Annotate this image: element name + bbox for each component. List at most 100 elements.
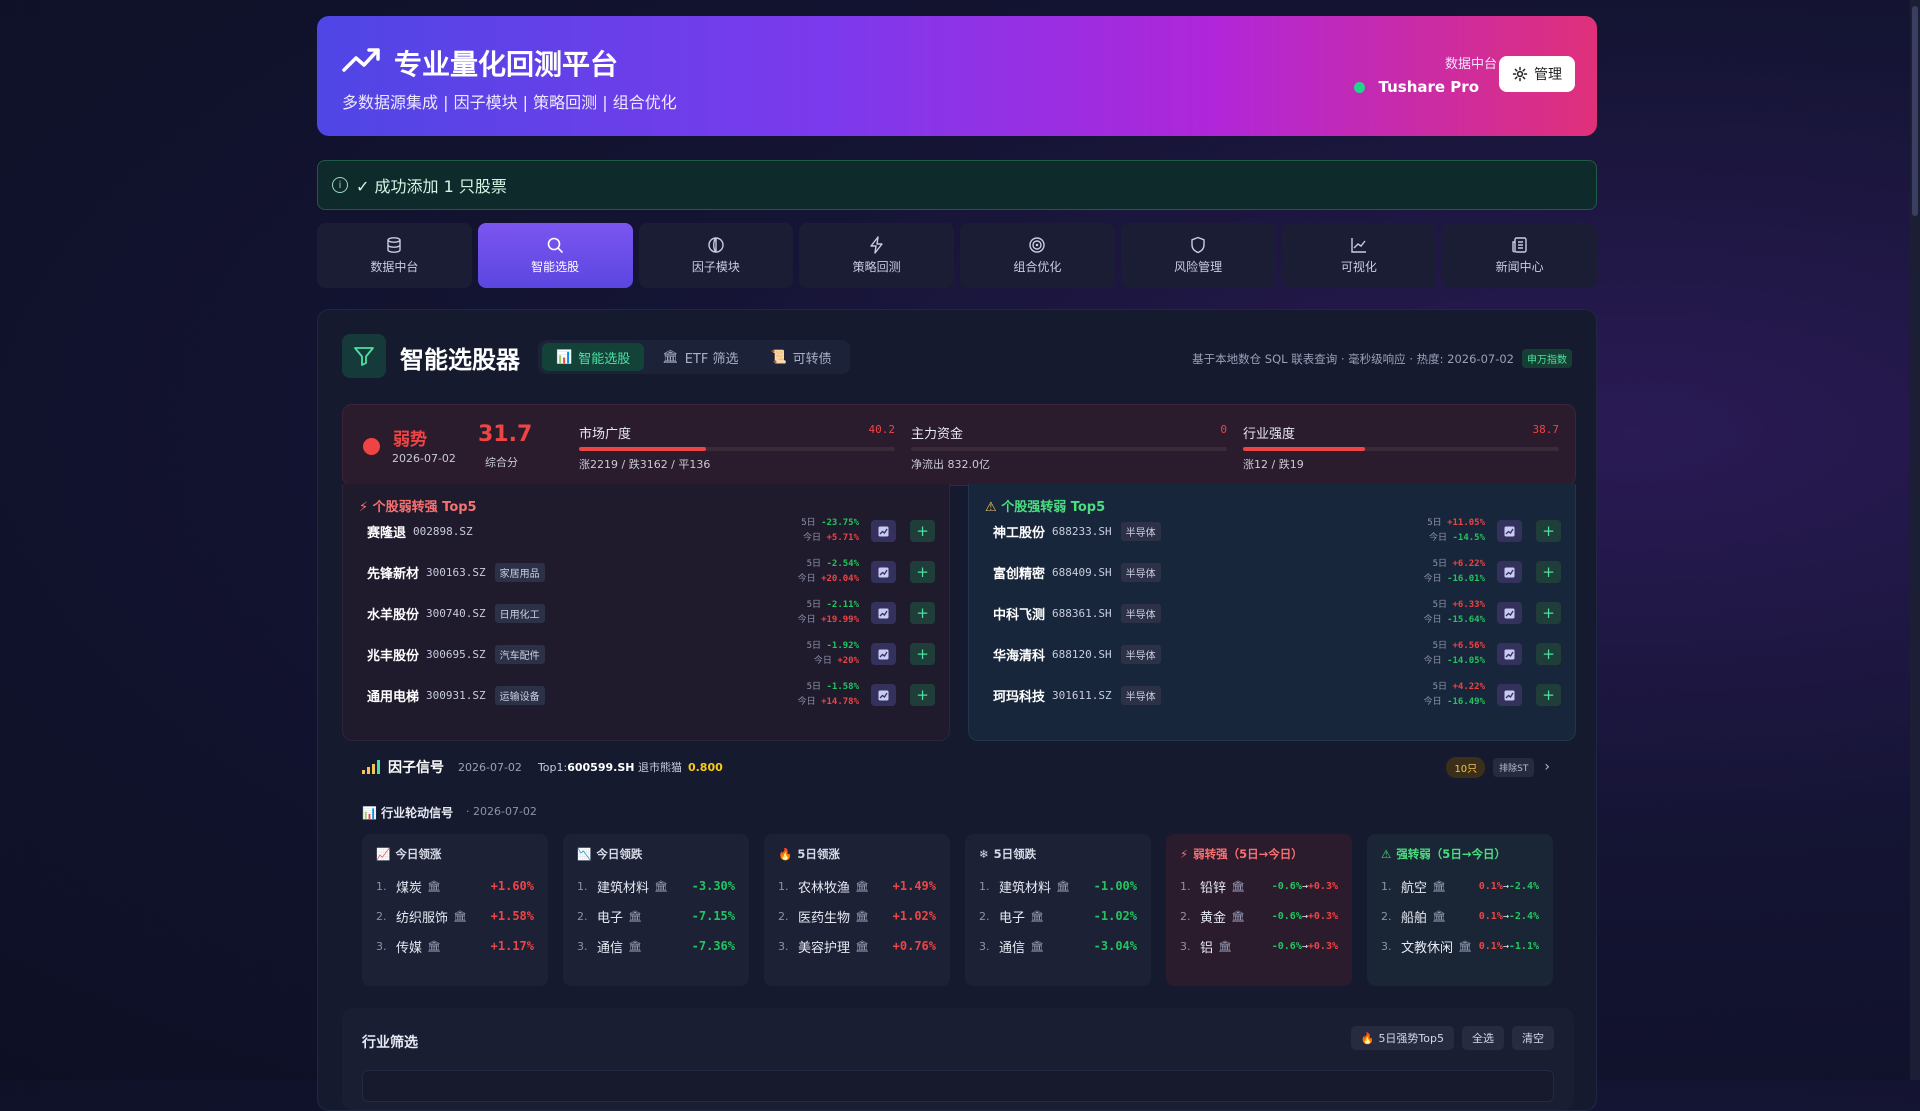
button-label: 5日强势Top5 [1378, 1032, 1444, 1045]
tab-label: 因子模块 [691, 260, 740, 274]
add-stock-button[interactable]: + [910, 643, 935, 665]
top5-strong-button[interactable]: 🔥 5日强势Top5 [1350, 1026, 1454, 1050]
chart-button[interactable] [1497, 643, 1522, 665]
rotation-item[interactable]: 3. 通信 🏛 -3.04% [979, 936, 1137, 956]
chart-button[interactable] [871, 520, 896, 542]
rotation-card-title-text: 今日领跌 [596, 847, 643, 861]
add-stock-button[interactable]: + [910, 520, 935, 542]
trending-up-icon [342, 48, 380, 72]
change-5d: 5日 +4.22% [1424, 680, 1485, 695]
stock-name: 华海清科 [993, 648, 1046, 664]
rotation-item[interactable]: 1. 农林牧渔 🏛 +1.49% [778, 876, 936, 896]
add-stock-button[interactable]: + [1536, 561, 1561, 583]
tab-news-center[interactable]: 新闻中心 [1442, 223, 1597, 288]
sub-tab-smart-picker[interactable]: 📊 智能选股 [542, 343, 645, 371]
chart-button[interactable] [871, 561, 896, 583]
rotation-item[interactable]: 3. 文教休闲 🏛 0.1%→-1.1% [1381, 936, 1539, 956]
rotation-item[interactable]: 2. 医药生物 🏛 +1.02% [778, 906, 936, 926]
tab-risk-management[interactable]: 风险管理 [1120, 223, 1276, 288]
rotation-item[interactable]: 3. 传媒 🏛 +1.17% [376, 936, 534, 956]
tab-smart-picker[interactable]: 智能选股 [477, 223, 633, 288]
panel-meta-text: 基于本地数仓 SQL 联表查询 · 毫秒级响应 · 热度: 2026-07-02 [1192, 351, 1514, 366]
metric-track [579, 447, 895, 451]
factor-top-pick: Top1:600599.SH 退市熊猫 [538, 759, 682, 775]
add-stock-button[interactable]: + [910, 602, 935, 624]
rotation-item[interactable]: 1. 铅锌 🏛 -0.6%→+0.3% [1180, 876, 1338, 896]
sub-tab-convertible[interactable]: 📜 可转债 [756, 343, 845, 371]
chart-button[interactable] [871, 643, 896, 665]
tab-data-center[interactable]: 数据中台 [317, 223, 472, 288]
metric-breadth: 市场广度 40.2 涨2219 / 跌3162 / 平136 [579, 423, 895, 472]
rotation-5d-value: 0.1% [1478, 880, 1503, 892]
panel-meta: 基于本地数仓 SQL 联表查询 · 毫秒级响应 · 热度: 2026-07-02… [1192, 349, 1572, 368]
stock-row[interactable]: 华海清科 688120.SH 半导体 5日 +6.56% 今日 -14.05% + [993, 637, 1561, 671]
stock-row[interactable]: 先锋新材 300163.SZ 家居用品 5日 -2.54% 今日 +20.04% + [367, 555, 935, 589]
rotation-item[interactable]: 1. 煤炭 🏛 +1.60% [376, 876, 534, 896]
rotation-item[interactable]: 3. 美容护理 🏛 +0.76% [778, 936, 936, 956]
change-today-value: +19.99% [821, 615, 859, 625]
rotation-item[interactable]: 1. 建筑材料 🏛 -1.00% [979, 876, 1137, 896]
stock-row[interactable]: 水羊股份 300740.SZ 日用化工 5日 -2.11% 今日 +19.99% + [367, 596, 935, 630]
rotation-5d-value: 0.1% [1478, 940, 1503, 952]
rotation-item[interactable]: 2. 黄金 🏛 -0.6%→+0.3% [1180, 906, 1338, 926]
rotation-5d-value: -0.6% [1271, 910, 1302, 922]
chart-icon [1504, 526, 1515, 536]
manage-button[interactable]: 管理 [1499, 56, 1575, 92]
rotation-item[interactable]: 2. 纺织服饰 🏛 +1.58% [376, 906, 534, 926]
metric-value: 38.7 [1532, 423, 1560, 436]
add-stock-button[interactable]: + [1536, 602, 1561, 624]
rotation-item[interactable]: 3. 铝 🏛 -0.6%→+0.3% [1180, 936, 1338, 956]
exclude-st-badge[interactable]: 排除ST [1493, 757, 1535, 777]
rotation-industry: 通信 [597, 940, 624, 956]
rotation-item[interactable]: 2. 电子 🏛 -1.02% [979, 906, 1137, 926]
stock-row[interactable]: 兆丰股份 300695.SZ 汽车配件 5日 -1.92% 今日 +20% + [367, 637, 935, 671]
rotation-rank: 2. [1180, 909, 1191, 923]
stock-row[interactable]: 神工股份 688233.SH 半导体 5日 +11.05% 今日 -14.5% + [993, 514, 1561, 548]
rotation-item[interactable]: 2. 船舶 🏛 0.1%→-2.4% [1381, 906, 1539, 926]
chart-button[interactable] [871, 602, 896, 624]
alert-message: ✓ 成功添加 1 只股票 [356, 177, 507, 196]
change-today-value: +20% [837, 656, 859, 666]
select-all-button[interactable]: 全选 [1462, 1026, 1504, 1050]
stock-row[interactable]: 珂玛科技 301611.SZ 半导体 5日 +4.22% 今日 -16.49% + [993, 678, 1561, 712]
strong-to-weak-title-text: 个股强转弱 Top5 [1001, 500, 1106, 515]
sub-tab-etf[interactable]: 🏛 ETF 筛选 [648, 343, 752, 371]
change-today: 今日 -16.01% [1424, 572, 1485, 587]
stock-row[interactable]: 中科飞测 688361.SH 半导体 5日 +6.33% 今日 -15.64% + [993, 596, 1561, 630]
add-stock-button[interactable]: + [910, 684, 935, 706]
stock-code: 300740.SZ [426, 606, 486, 620]
chevron-right-icon[interactable]: › [1544, 759, 1550, 775]
stock-row[interactable]: 赛隆退 002898.SZ 5日 -23.75% 今日 +5.71% + [367, 514, 935, 548]
factor-signal-row[interactable]: 因子信号 2026-07-02 Top1:600599.SH 退市熊猫 0.80… [342, 740, 1574, 794]
change-today-value: -15.64% [1447, 615, 1485, 625]
tab-portfolio-optimize[interactable]: 组合优化 [960, 223, 1115, 288]
chart-button[interactable] [1497, 602, 1522, 624]
add-stock-button[interactable]: + [910, 561, 935, 583]
clear-button[interactable]: 清空 [1512, 1026, 1554, 1050]
rotation-item[interactable]: 3. 通信 🏛 -7.36% [577, 936, 735, 956]
tab-strategy-backtest[interactable]: 策略回测 [799, 223, 954, 288]
chart-button[interactable] [1497, 520, 1522, 542]
lightning-icon [869, 236, 883, 254]
chart-button[interactable] [1497, 684, 1522, 706]
tab-factor-module[interactable]: 因子模块 [638, 223, 794, 288]
app-header: 专业量化回测平台 多数据源集成 | 因子模块 | 策略回测 | 组合优化 数据中… [317, 16, 1597, 136]
rotation-rank: 3. [577, 939, 588, 953]
stock-row[interactable]: 富创精密 688409.SH 半导体 5日 +6.22% 今日 -16.01% + [993, 555, 1561, 589]
chart-button[interactable] [871, 684, 896, 706]
scrollbar-thumb[interactable] [1912, 6, 1918, 216]
add-stock-button[interactable]: + [1536, 684, 1561, 706]
rotation-item[interactable]: 1. 航空 🏛 0.1%→-2.4% [1381, 876, 1539, 896]
tab-visualization[interactable]: 可视化 [1281, 223, 1437, 288]
change-5d-value: +4.22% [1452, 682, 1485, 692]
add-stock-button[interactable]: + [1536, 520, 1561, 542]
page-scrollbar[interactable] [1910, 0, 1920, 1080]
rotation-item[interactable]: 1. 建筑材料 🏛 -3.30% [577, 876, 735, 896]
chart-button[interactable] [1497, 561, 1522, 583]
stock-change: 5日 +4.22% 今日 -16.49% [1424, 680, 1485, 710]
rotation-item[interactable]: 2. 电子 🏛 -7.15% [577, 906, 735, 926]
stock-row[interactable]: 通用电梯 300931.SZ 运输设备 5日 -1.58% 今日 +14.78% + [367, 678, 935, 712]
change-today-label: 今日 [797, 697, 816, 707]
add-stock-button[interactable]: + [1536, 643, 1561, 665]
rotation-today-value: +0.3% [1307, 940, 1338, 952]
